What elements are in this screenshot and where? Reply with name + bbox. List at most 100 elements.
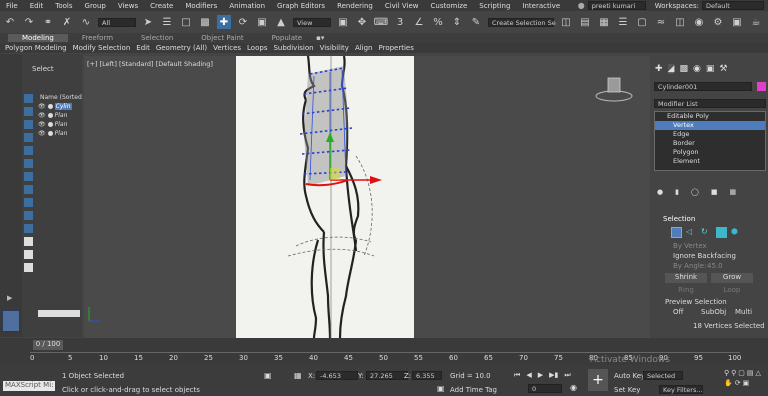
motion-tab-icon[interactable]: ◉ [693,64,701,74]
freeze-dot-icon[interactable] [47,131,53,136]
filter-xrefs-icon[interactable] [24,185,33,194]
ribbon-properties[interactable]: Properties [379,44,414,52]
maxscript-mini-listener[interactable]: MAXScript Mi: [3,381,55,391]
visibility-eye-icon[interactable]: 👁 [38,112,46,119]
viewport-label[interactable]: [+] [Left] [Standard] [Default Shading] [87,60,213,68]
current-frame-field[interactable]: 0 [528,384,562,393]
menu-views[interactable]: Views [112,2,144,10]
polygon-mode-button[interactable] [716,227,727,238]
set-key-big-button[interactable]: + [588,369,608,391]
curve-editor-icon[interactable]: ≈ [654,15,668,29]
menu-interactive[interactable]: Interactive [516,2,566,10]
undo-icon[interactable]: ↶ [3,15,17,29]
border-mode-button[interactable]: ↻ [701,227,712,238]
absolute-mode-icon[interactable]: ▦ [294,371,302,380]
show-end-result-icon[interactable]: ▮ [675,188,679,196]
display-invert-icon[interactable] [24,263,33,272]
by-angle-spinner[interactable]: 45.0 [707,262,723,270]
filter-helpers-icon[interactable] [24,146,33,155]
time-config-icon[interactable]: ◉ [570,383,577,392]
ribbon-visibility[interactable]: Visibility [320,44,349,52]
link-icon[interactable]: ⚭ [41,15,55,29]
menu-customize[interactable]: Customize [425,2,474,10]
reference-coord-dropdown[interactable]: View [293,17,331,27]
set-key-button[interactable]: Set Key [614,386,640,394]
filter-spacewarps-icon[interactable] [24,159,33,168]
stack-edge[interactable]: Edge [655,130,765,139]
visibility-eye-icon[interactable]: 👁 [38,103,46,110]
orbit-icon[interactable]: ⟳ [735,379,741,387]
modify-tab-icon[interactable]: ◢ [667,64,675,74]
shrink-button[interactable]: Shrink [665,273,707,283]
layer-explorer-icon[interactable]: ☰ [616,15,630,29]
menu-scripting[interactable]: Scripting [473,2,516,10]
x-coordinate-field[interactable]: -4.653 [316,371,358,380]
select-by-name-icon[interactable]: ☰ [160,15,174,29]
modifier-list-dropdown[interactable]: Modifier List [654,99,766,108]
ignore-backfacing-checkbox[interactable]: Ignore Backfacing [673,252,736,260]
select-move-icon[interactable]: ✚ [217,15,231,29]
angle-snap-icon[interactable]: ∠ [412,15,426,29]
list-item[interactable]: 👁 Plan [38,129,82,138]
select-rotate-icon[interactable]: ⟳ [236,15,250,29]
placement-icon[interactable]: ▲ [274,15,288,29]
tab-object-paint[interactable]: Object Paint [187,34,257,42]
edge-mode-button[interactable]: ◁ [686,227,697,238]
auto-key-button[interactable]: Auto Key [614,372,645,380]
window-crossing-icon[interactable]: ▩ [198,15,212,29]
z-coordinate-field[interactable]: 6.355 [412,371,442,380]
menu-rendering[interactable]: Rendering [331,2,379,10]
ribbon-geometry-all[interactable]: Geometry (All) [156,44,207,52]
stack-editable-poly[interactable]: Editable Poly [655,112,765,121]
ribbon-loops[interactable]: Loops [247,44,267,52]
previous-frame-icon[interactable]: ◀ [526,371,531,380]
selection-rollout-header[interactable]: Selection [663,215,695,223]
maximize-toggle-icon[interactable]: ▣ [743,379,750,387]
tab-modeling[interactable]: Modeling [8,34,68,42]
ribbon-modify-selection[interactable]: Modify Selection [73,44,131,52]
remove-modifier-icon[interactable]: ■ [711,188,718,196]
pivot-center-icon[interactable]: ▣ [336,15,350,29]
display-none-icon[interactable] [24,237,33,246]
snaps-toggle-icon[interactable]: 3 [393,15,407,29]
next-frame-icon[interactable]: ▶▮ [549,371,558,380]
time-tag-icon[interactable]: ▣ [437,384,445,393]
ribbon-polygon-modeling[interactable]: Polygon Modeling [5,44,67,52]
by-vertex-checkbox[interactable]: By Vertex [673,242,707,250]
select-object-icon[interactable]: ➤ [141,15,155,29]
loop-button[interactable]: Loop [711,286,753,296]
maxscript-listener-icon[interactable] [2,310,20,332]
explorer-hscrollbar[interactable] [38,310,80,317]
go-to-end-icon[interactable]: ⏭ [564,371,570,380]
rendered-frame-icon[interactable]: ▣ [730,15,744,29]
scene-item-name[interactable]: Plan [55,121,68,128]
stack-vertex[interactable]: Vertex [655,121,765,130]
menu-animation[interactable]: Animation [223,2,271,10]
keyboard-shortcut-icon[interactable]: ⌨ [374,15,388,29]
preview-multi-radio[interactable]: Multi [735,308,752,316]
configure-modifier-sets-icon[interactable]: ▦ [729,188,736,196]
ribbon-align[interactable]: Align [355,44,373,52]
menu-group[interactable]: Group [79,2,112,10]
key-selection-dropdown[interactable]: Selected [643,371,683,380]
bind-spacewarp-icon[interactable]: ∿ [79,15,93,29]
list-item[interactable]: 👁 Plan [38,111,82,120]
filter-containers-icon[interactable] [24,211,33,220]
tab-freeform[interactable]: Freeform [68,34,127,42]
visibility-eye-icon[interactable]: 👁 [38,121,46,128]
menu-edit[interactable]: Edit [24,2,50,10]
preview-off-radio[interactable]: Off [673,308,683,316]
freeze-dot-icon[interactable] [47,122,53,127]
create-tab-icon[interactable]: ✚ [655,64,663,74]
selection-lock-icon[interactable]: ▣ [264,371,272,380]
y-coordinate-field[interactable]: 27.265 [366,371,408,380]
tab-selection[interactable]: Selection [127,34,187,42]
stack-border[interactable]: Border [655,139,765,148]
selection-filter-dropdown[interactable]: All [98,17,136,27]
region-select-icon[interactable]: □ [179,15,193,29]
unlink-icon[interactable]: ✗ [60,15,74,29]
add-time-tag-button[interactable]: Add Time Tag [450,386,497,394]
filter-geometry-icon[interactable] [24,94,33,103]
filter-bones-icon[interactable] [24,198,33,207]
edit-named-selection-icon[interactable]: ✎ [469,15,483,29]
